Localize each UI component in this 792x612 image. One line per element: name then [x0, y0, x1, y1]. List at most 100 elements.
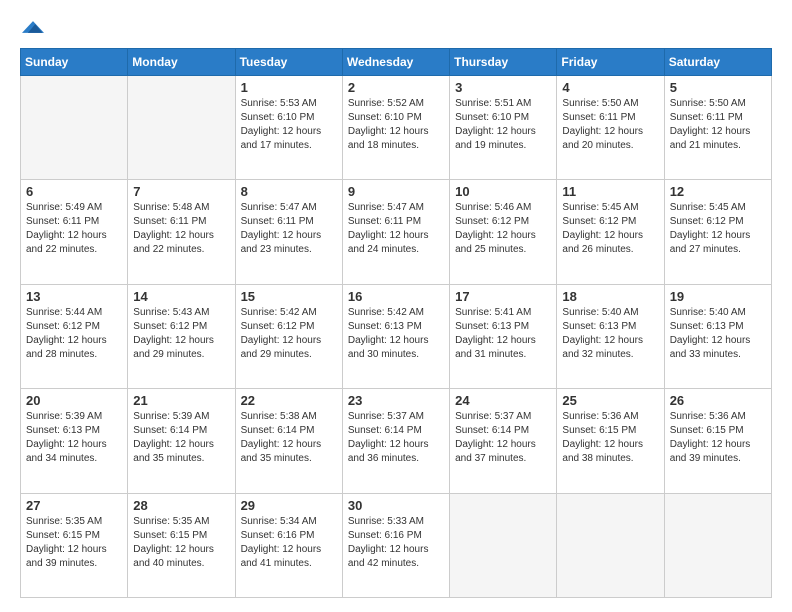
day-number: 27: [26, 498, 122, 513]
calendar-cell: 25Sunrise: 5:36 AM Sunset: 6:15 PM Dayli…: [557, 389, 664, 493]
calendar-cell: 28 Sunrise: 5:35 AM Sunset: 6:15 PM Dayli…: [128, 493, 235, 597]
day-number: 5: [670, 80, 766, 95]
day-number: 8: [241, 184, 337, 199]
day-detail: Sunrise: 5:36 AM Sunset: 6:15 PM Dayligh…: [670, 410, 766, 466]
calendar-cell: 30 Sunrise: 5:33 AM Sunset: 6:16 PM Dayli…: [342, 493, 449, 597]
calendar-cell: 13 Sunrise: 5:44 AM Sunset: 6:12 PM Dayli…: [21, 284, 128, 388]
day-detail: Sunrise: 5:35 AM Sunset: 6:15 PM Dayligh…: [133, 515, 229, 571]
calendar-cell: 7 Sunrise: 5:48 AM Sunset: 6:11 PM Daylig…: [128, 180, 235, 284]
day-number: 7: [133, 184, 229, 199]
calendar-table: SundayMondayTuesdayWednesdayThursdayFrid…: [20, 48, 772, 598]
calendar-week-row: 27 Sunrise: 5:35 AM Sunset: 6:15 PM Dayli…: [21, 493, 772, 597]
day-detail: Sunrise: 5:37 AM Sunset: 6:14 PM Dayligh…: [455, 410, 551, 466]
day-number: 24: [455, 393, 551, 408]
day-number: 3: [455, 80, 551, 95]
calendar-cell: 6 Sunrise: 5:49 AM Sunset: 6:11 PM Daylig…: [21, 180, 128, 284]
calendar-cell: 17 Sunrise: 5:41 AM Sunset: 6:13 PM Dayli…: [450, 284, 557, 388]
day-detail: Sunrise: 5:36 AM Sunset: 6:15 PM Dayligh…: [562, 410, 658, 466]
day-number: 2: [348, 80, 444, 95]
calendar-cell: 11 Sunrise: 5:45 AM Sunset: 6:12 PM Dayli…: [557, 180, 664, 284]
calendar-cell: 1 Sunrise: 5:53 AM Sunset: 6:10 PM Daylig…: [235, 76, 342, 180]
calendar-weekday-friday: Friday: [557, 49, 664, 76]
day-detail: Sunrise: 5:46 AM Sunset: 6:12 PM Dayligh…: [455, 201, 551, 257]
day-number: 30: [348, 498, 444, 513]
day-detail: Sunrise: 5:39 AM Sunset: 6:14 PM Dayligh…: [133, 410, 229, 466]
day-detail: Sunrise: 5:43 AM Sunset: 6:12 PM Dayligh…: [133, 306, 229, 362]
day-number: 28: [133, 498, 229, 513]
calendar-cell: 14 Sunrise: 5:43 AM Sunset: 6:12 PM Dayli…: [128, 284, 235, 388]
day-detail: Sunrise: 5:49 AM Sunset: 6:11 PM Dayligh…: [26, 201, 122, 257]
calendar-header-row: SundayMondayTuesdayWednesdayThursdayFrid…: [21, 49, 772, 76]
calendar-cell: [21, 76, 128, 180]
day-detail: Sunrise: 5:39 AM Sunset: 6:13 PM Dayligh…: [26, 410, 122, 466]
day-detail: Sunrise: 5:41 AM Sunset: 6:13 PM Dayligh…: [455, 306, 551, 362]
calendar-cell: [450, 493, 557, 597]
calendar-weekday-wednesday: Wednesday: [342, 49, 449, 76]
day-detail: Sunrise: 5:45 AM Sunset: 6:12 PM Dayligh…: [562, 201, 658, 257]
calendar-weekday-monday: Monday: [128, 49, 235, 76]
day-detail: Sunrise: 5:40 AM Sunset: 6:13 PM Dayligh…: [562, 306, 658, 362]
day-detail: Sunrise: 5:50 AM Sunset: 6:11 PM Dayligh…: [670, 97, 766, 153]
day-number: 13: [26, 289, 122, 304]
day-number: 9: [348, 184, 444, 199]
day-detail: Sunrise: 5:42 AM Sunset: 6:12 PM Dayligh…: [241, 306, 337, 362]
day-number: 17: [455, 289, 551, 304]
day-detail: Sunrise: 5:50 AM Sunset: 6:11 PM Dayligh…: [562, 97, 658, 153]
day-detail: Sunrise: 5:52 AM Sunset: 6:10 PM Dayligh…: [348, 97, 444, 153]
day-detail: Sunrise: 5:33 AM Sunset: 6:16 PM Dayligh…: [348, 515, 444, 571]
day-number: 1: [241, 80, 337, 95]
day-number: 10: [455, 184, 551, 199]
calendar-cell: 21 Sunrise: 5:39 AM Sunset: 6:14 PM Dayli…: [128, 389, 235, 493]
calendar-week-row: 1 Sunrise: 5:53 AM Sunset: 6:10 PM Daylig…: [21, 76, 772, 180]
day-detail: Sunrise: 5:38 AM Sunset: 6:14 PM Dayligh…: [241, 410, 337, 466]
calendar-cell: [128, 76, 235, 180]
calendar-cell: 20Sunrise: 5:39 AM Sunset: 6:13 PM Dayli…: [21, 389, 128, 493]
calendar-cell: 10 Sunrise: 5:46 AM Sunset: 6:12 PM Dayli…: [450, 180, 557, 284]
day-detail: Sunrise: 5:37 AM Sunset: 6:14 PM Dayligh…: [348, 410, 444, 466]
calendar-weekday-saturday: Saturday: [664, 49, 771, 76]
day-detail: Sunrise: 5:47 AM Sunset: 6:11 PM Dayligh…: [348, 201, 444, 257]
day-detail: Sunrise: 5:34 AM Sunset: 6:16 PM Dayligh…: [241, 515, 337, 571]
logo-text: [20, 18, 44, 38]
day-detail: Sunrise: 5:44 AM Sunset: 6:12 PM Dayligh…: [26, 306, 122, 362]
page: SundayMondayTuesdayWednesdayThursdayFrid…: [0, 0, 792, 612]
calendar-cell: 29 Sunrise: 5:34 AM Sunset: 6:16 PM Dayli…: [235, 493, 342, 597]
day-detail: Sunrise: 5:42 AM Sunset: 6:13 PM Dayligh…: [348, 306, 444, 362]
day-number: 18: [562, 289, 658, 304]
day-number: 21: [133, 393, 229, 408]
calendar-week-row: 13 Sunrise: 5:44 AM Sunset: 6:12 PM Dayli…: [21, 284, 772, 388]
calendar-cell: 26 Sunrise: 5:36 AM Sunset: 6:15 PM Dayli…: [664, 389, 771, 493]
calendar-cell: 16Sunrise: 5:42 AM Sunset: 6:13 PM Dayli…: [342, 284, 449, 388]
calendar-cell: 24 Sunrise: 5:37 AM Sunset: 6:14 PM Dayli…: [450, 389, 557, 493]
day-number: 6: [26, 184, 122, 199]
calendar-cell: 19Sunrise: 5:40 AM Sunset: 6:13 PM Dayli…: [664, 284, 771, 388]
calendar-cell: 2 Sunrise: 5:52 AM Sunset: 6:10 PM Daylig…: [342, 76, 449, 180]
day-number: 11: [562, 184, 658, 199]
calendar-cell: [664, 493, 771, 597]
calendar-cell: 4 Sunrise: 5:50 AM Sunset: 6:11 PM Daylig…: [557, 76, 664, 180]
day-number: 29: [241, 498, 337, 513]
day-number: 23: [348, 393, 444, 408]
day-number: 22: [241, 393, 337, 408]
calendar-week-row: 6 Sunrise: 5:49 AM Sunset: 6:11 PM Daylig…: [21, 180, 772, 284]
day-number: 26: [670, 393, 766, 408]
calendar-cell: 8Sunrise: 5:47 AM Sunset: 6:11 PM Daylig…: [235, 180, 342, 284]
day-detail: Sunrise: 5:45 AM Sunset: 6:12 PM Dayligh…: [670, 201, 766, 257]
calendar-cell: 12Sunrise: 5:45 AM Sunset: 6:12 PM Dayli…: [664, 180, 771, 284]
day-detail: Sunrise: 5:53 AM Sunset: 6:10 PM Dayligh…: [241, 97, 337, 153]
day-detail: Sunrise: 5:48 AM Sunset: 6:11 PM Dayligh…: [133, 201, 229, 257]
calendar-cell: 18 Sunrise: 5:40 AM Sunset: 6:13 PM Dayli…: [557, 284, 664, 388]
logo: [20, 18, 44, 38]
calendar-cell: 15Sunrise: 5:42 AM Sunset: 6:12 PM Dayli…: [235, 284, 342, 388]
day-number: 14: [133, 289, 229, 304]
calendar-weekday-tuesday: Tuesday: [235, 49, 342, 76]
calendar-cell: 23 Sunrise: 5:37 AM Sunset: 6:14 PM Dayli…: [342, 389, 449, 493]
calendar-cell: 27Sunrise: 5:35 AM Sunset: 6:15 PM Dayli…: [21, 493, 128, 597]
day-number: 4: [562, 80, 658, 95]
day-detail: Sunrise: 5:40 AM Sunset: 6:13 PM Dayligh…: [670, 306, 766, 362]
logo-icon: [22, 16, 44, 38]
calendar-week-row: 20Sunrise: 5:39 AM Sunset: 6:13 PM Dayli…: [21, 389, 772, 493]
calendar-weekday-thursday: Thursday: [450, 49, 557, 76]
calendar-cell: [557, 493, 664, 597]
calendar-cell: 22 Sunrise: 5:38 AM Sunset: 6:14 PM Dayli…: [235, 389, 342, 493]
